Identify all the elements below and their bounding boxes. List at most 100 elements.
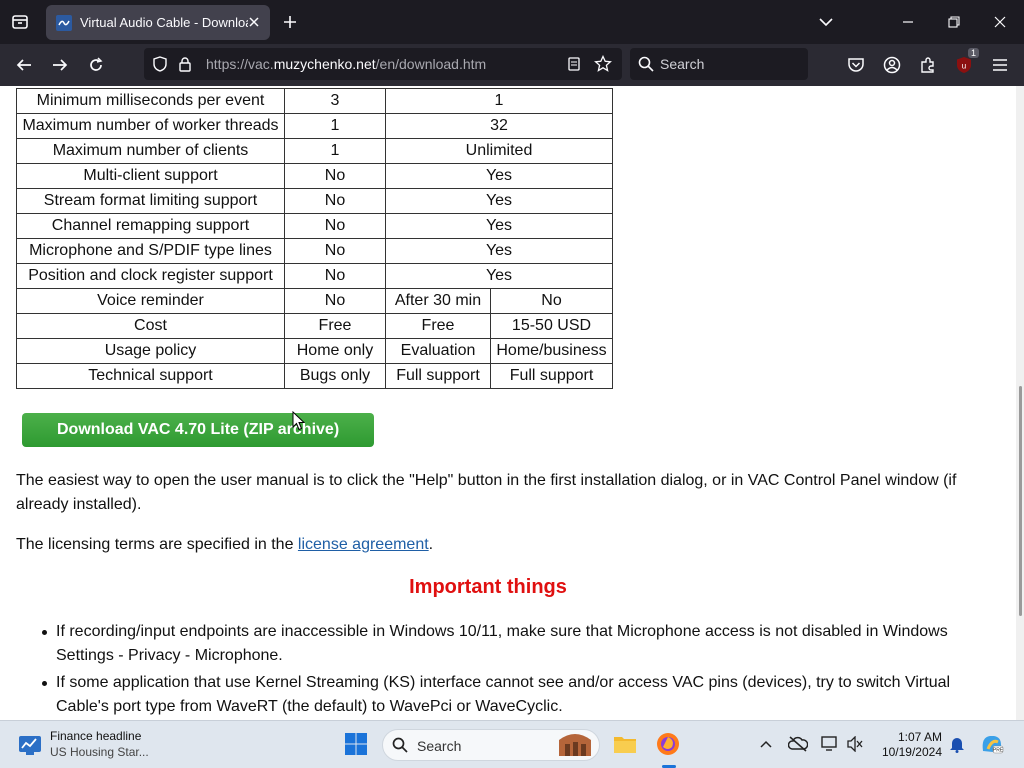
url-text[interactable]: https://vac.muzychenko.net/en/download.h… — [206, 56, 486, 72]
ublock-icon[interactable]: u 1 — [953, 48, 979, 76]
table-cell: 3 — [284, 88, 386, 114]
table-cell: Evaluation — [385, 338, 491, 364]
table-cell: No — [284, 163, 386, 189]
tab-title: Virtual Audio Cable - Download — [80, 15, 248, 30]
table-cell: 1 — [284, 138, 386, 164]
reader-view-icon[interactable] — [566, 56, 582, 77]
page-content: Minimum milliseconds per event 3 1 Maximum … — [0, 86, 1016, 720]
table-cell: Yes — [385, 263, 613, 289]
firefox-icon[interactable] — [655, 731, 681, 757]
copilot-icon[interactable]: PRE — [979, 731, 1005, 757]
table-row: Microphone and S/PDIF type lines No Yes — [16, 238, 613, 264]
list-item: If some application that use Kernel Stre… — [40, 671, 970, 719]
table-cell: Full support — [490, 363, 613, 389]
table-cell: Minimum milliseconds per event — [16, 88, 285, 114]
site-favicon-icon — [56, 14, 72, 31]
restore-icon[interactable] — [944, 12, 964, 32]
search-placeholder: Search — [660, 56, 705, 72]
onedrive-offline-icon[interactable] — [785, 731, 811, 757]
table-cell: 15-50 USD — [490, 313, 613, 339]
table-cell: Voice reminder — [16, 288, 285, 314]
table-row: Stream format limiting support No Yes — [16, 188, 613, 214]
notification-bell-icon[interactable] — [944, 731, 970, 757]
address-bar[interactable]: https://vac.muzychenko.net/en/download.h… — [144, 48, 622, 80]
table-cell: Home/business — [490, 338, 613, 364]
table-row: Technical support Bugs only Full support Fu… — [16, 363, 613, 389]
table-cell: Technical support — [16, 363, 285, 389]
important-heading: Important things — [409, 576, 567, 598]
news-chart-icon — [18, 734, 42, 761]
table-cell: 1 — [385, 88, 613, 114]
close-window-icon[interactable] — [990, 12, 1010, 32]
extensions-icon[interactable] — [917, 54, 939, 76]
tab-bar: Virtual Audio Cable - Download — [0, 0, 1024, 44]
tab-virtual-audio-cable[interactable]: Virtual Audio Cable - Download — [46, 5, 270, 40]
menu-icon[interactable] — [989, 54, 1011, 76]
mouse-cursor-icon — [292, 410, 306, 436]
table-cell: Cost — [16, 313, 285, 339]
table-cell: Yes — [385, 238, 613, 264]
table-row: Multi-client support No Yes — [16, 163, 613, 189]
table-row: Cost Free Free 15-50 USD — [16, 313, 613, 339]
show-hidden-icons-chevron-icon[interactable] — [753, 731, 779, 757]
license-agreement-link[interactable]: license agreement — [298, 536, 429, 553]
table-cell: Bugs only — [284, 363, 386, 389]
table-row: Voice reminder No After 30 min No — [16, 288, 613, 314]
table-cell: Stream format limiting support — [16, 188, 285, 214]
new-tab-icon[interactable] — [280, 12, 300, 32]
table-cell: No — [284, 213, 386, 239]
reload-icon[interactable] — [85, 54, 107, 76]
table-cell: Maximum number of clients — [16, 138, 285, 164]
table-cell: Full support — [385, 363, 491, 389]
manual-paragraph: The easiest way to open the user manual … — [16, 472, 957, 513]
tab-list-icon[interactable] — [8, 10, 32, 34]
table-cell: No — [284, 263, 386, 289]
table-row: Usage policy Home only Evaluation Home/busi… — [16, 338, 613, 364]
table-row: Minimum milliseconds per event 3 1 — [16, 88, 613, 114]
table-cell: 32 — [385, 113, 613, 139]
bookmark-star-icon[interactable] — [594, 54, 612, 78]
table-cell: Yes — [385, 188, 613, 214]
table-row: Position and clock register support No Yes — [16, 263, 613, 289]
lock-icon[interactable] — [178, 56, 192, 77]
navigation-toolbar: https://vac.muzychenko.net/en/download.h… — [0, 44, 1024, 86]
tab-close-icon[interactable] — [246, 14, 262, 30]
svg-text:PRE: PRE — [993, 748, 1004, 754]
list-all-tabs-icon[interactable] — [816, 12, 836, 32]
table-cell: 1 — [284, 113, 386, 139]
table-cell: Free — [284, 313, 386, 339]
svg-text:u: u — [962, 62, 966, 71]
table-cell: Unlimited — [385, 138, 613, 164]
license-paragraph: The licensing terms are specified in the… — [16, 536, 434, 553]
search-bar[interactable]: Search — [630, 48, 808, 80]
table-cell: Maximum number of worker threads — [16, 113, 285, 139]
clock-date: 10/19/2024 — [881, 745, 942, 759]
extension-badge: 1 — [967, 48, 979, 58]
page-scrollbar[interactable] — [1016, 86, 1024, 720]
news-widget[interactable]: Finance headline US Housing Star... — [16, 729, 176, 763]
back-icon[interactable] — [13, 54, 35, 76]
taskbar-search-icon — [392, 737, 408, 758]
tracking-protection-icon[interactable] — [152, 56, 168, 77]
download-button[interactable]: Download VAC 4.70 Lite (ZIP archive) — [22, 413, 374, 447]
taskbar: Finance headline US Housing Star... Sear… — [0, 720, 1024, 768]
file-explorer-icon[interactable] — [612, 731, 638, 757]
minimize-icon[interactable] — [898, 12, 918, 32]
network-icon[interactable] — [817, 731, 843, 757]
table-cell: No — [490, 288, 613, 314]
pocket-icon[interactable] — [845, 54, 867, 76]
taskbar-search[interactable]: Search — [382, 729, 600, 761]
table-cell: Yes — [385, 163, 613, 189]
system-clock[interactable]: 1:07 AM 10/19/2024 — [872, 730, 942, 760]
forward-icon[interactable] — [49, 54, 71, 76]
list-item: If recording/input endpoints are inacces… — [40, 620, 970, 668]
news-subtitle: US Housing Star... — [50, 745, 149, 759]
table-row: Maximum number of worker threads 1 32 — [16, 113, 613, 139]
table-cell: Usage policy — [16, 338, 285, 364]
table-cell: After 30 min — [385, 288, 491, 314]
account-icon[interactable] — [881, 54, 903, 76]
scrollbar-thumb[interactable] — [1019, 386, 1022, 616]
volume-muted-icon[interactable] — [842, 731, 868, 757]
news-title: Finance headline — [50, 729, 142, 743]
windows-start-icon[interactable] — [343, 731, 369, 757]
